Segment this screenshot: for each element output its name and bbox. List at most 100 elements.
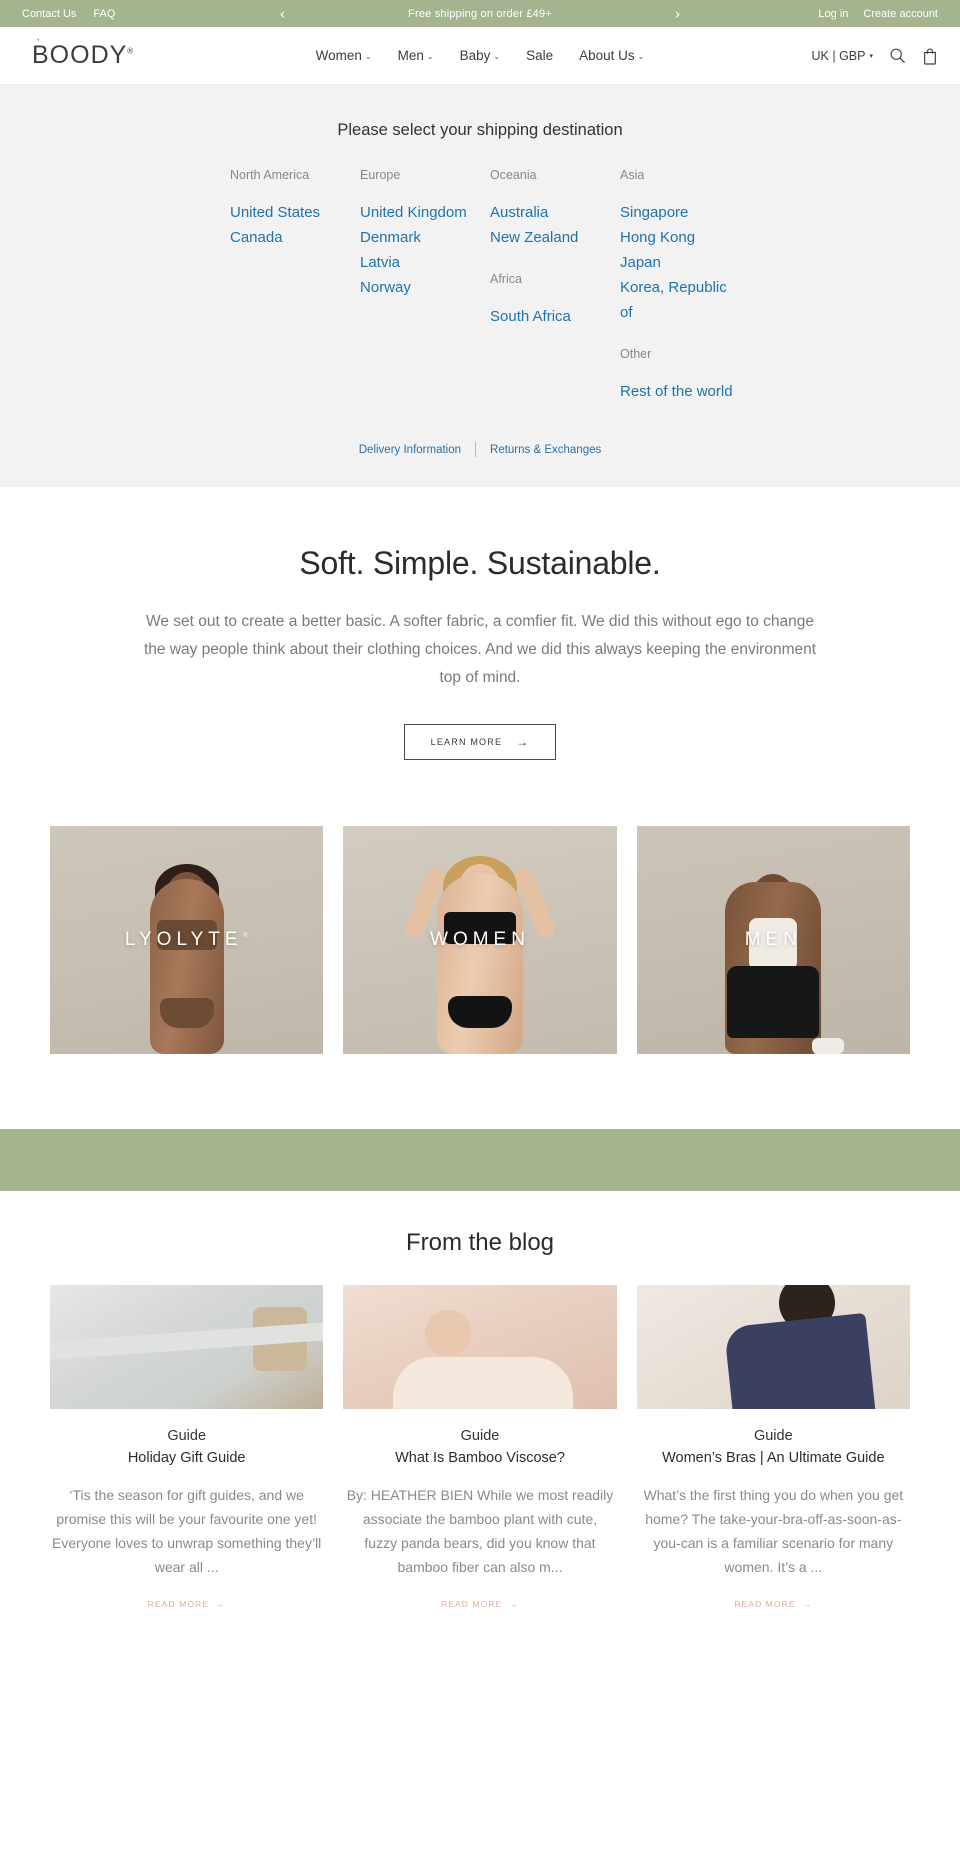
category-tile-lyolyte[interactable]: LYOLYTE® [50,826,324,1054]
green-divider-band [0,1129,960,1191]
region-label: Europe [360,168,401,182]
login-link[interactable]: Log in [818,8,848,20]
region-column-oceania-africa: Oceania Australia New Zealand Africa Sou… [490,168,620,404]
locale-selector[interactable]: UK | GBP ▾ [812,49,873,63]
category-tile-men[interactable]: MEN [636,826,910,1054]
nav-item-women[interactable]: Women ⌄ [316,48,372,63]
country-link-new-zealand[interactable]: New Zealand [490,225,608,250]
chevron-right-icon[interactable]: › [669,4,686,23]
region-grid: North America United States Canada Europ… [200,168,760,404]
tile-label: WOMEN [430,929,530,950]
arrow-right-icon: → [509,1599,519,1609]
announcement-bar: Contact Us FAQ ‹ Free shipping on order … [0,0,960,27]
intro-heading: Soft. Simple. Sustainable. [299,545,661,581]
nav-label: About Us [579,48,635,63]
blog-thumbnail[interactable] [50,1285,324,1409]
blog-heading: From the blog [405,1229,555,1256]
country-link-singapore[interactable]: Singapore [620,200,738,225]
read-more-link[interactable]: READ MORE → [734,1599,812,1609]
nav-label: Sale [526,48,554,63]
read-more-link[interactable]: READ MORE → [441,1599,519,1609]
read-more-label: READ MORE [147,1599,210,1609]
nav-label: Baby [459,48,491,63]
announcement-left-links: Contact Us FAQ [22,8,222,20]
blog-card[interactable]: Guide Women’s Bras | An Ultimate Guide W… [636,1285,910,1612]
region-country-list: Singapore Hong Kong Japan Korea, Republi… [620,200,740,325]
region-label: Asia [620,168,645,182]
chevron-down-icon: ⌄ [637,52,645,61]
tile-label: MEN [744,929,802,950]
shopping-bag-icon[interactable] [922,47,938,65]
chevron-down-icon: ⌄ [426,52,434,61]
country-link-latvia[interactable]: Latvia [360,250,478,275]
read-more-label: READ MORE [440,1599,503,1609]
read-more-label: READ MORE [734,1599,796,1609]
region-column-europe: Europe United Kingdom Denmark Latvia Nor… [360,168,490,404]
country-link-norway[interactable]: Norway [360,275,478,300]
blog-card[interactable]: Guide Holiday Gift Guide ‘Tis the season… [50,1285,324,1612]
country-link-australia[interactable]: Australia [490,200,608,225]
announcement-carousel: ‹ Free shipping on order £49+ › [222,6,738,21]
create-account-link[interactable]: Create account [863,8,938,20]
region-label: Oceania [490,168,537,182]
nav-item-baby[interactable]: Baby ⌄ [460,48,500,63]
nav-item-men[interactable]: Men ⌄ [398,48,434,63]
country-link-canada[interactable]: Canada [230,225,348,250]
learn-more-label: LEARN MORE [430,737,503,747]
region-country-list: United Kingdom Denmark Latvia Norway [360,200,480,300]
faq-link[interactable]: FAQ [93,8,115,20]
country-link-denmark[interactable]: Denmark [360,225,478,250]
country-link-hong-kong[interactable]: Hong Kong [620,225,738,250]
category-tile-women[interactable]: WOMEN [343,826,617,1054]
nav-item-sale[interactable]: Sale [526,48,553,63]
blog-category: Guide [167,1428,207,1444]
chevron-down-icon: ⌄ [493,52,501,61]
arrow-right-icon: → [216,1599,226,1609]
region-label: Africa [490,272,522,286]
blog-thumbnail[interactable] [343,1285,617,1409]
category-tiles: LYOLYTE® WOMEN MEN [0,784,960,1094]
blog-card[interactable]: Guide What Is Bamboo Viscose? By: HEATHE… [343,1285,617,1612]
chevron-down-icon: ▾ [869,52,873,60]
read-more-link[interactable]: READ MORE → [148,1599,226,1609]
region-column-asia-other: Asia Singapore Hong Kong Japan Korea, Re… [620,168,750,404]
blog-grid: Guide Holiday Gift Guide ‘Tis the season… [0,1285,960,1612]
search-icon[interactable] [889,47,906,64]
contact-us-link[interactable]: Contact Us [22,8,76,20]
region-label: North America [230,168,310,182]
returns-exchanges-link[interactable]: Returns & Exchanges [476,444,615,456]
logo-registered-icon: ® [127,46,135,56]
blog-category: Guide [460,1428,500,1444]
country-link-united-kingdom[interactable]: United Kingdom [360,200,478,225]
chevron-down-icon: ⌄ [364,52,372,61]
blog-excerpt: ‘Tis the season for gift guides, and we … [52,1487,322,1575]
shipping-footer-links: Delivery Information Returns & Exchanges [0,442,960,457]
announcement-message: Free shipping on order £49+ [408,7,552,20]
shipping-destination-section: Please select your shipping destination … [0,85,960,487]
intro-body: We set out to create a better basic. A s… [143,613,817,686]
region-country-list: Rest of the world [620,379,740,404]
header-actions: UK | GBP ▾ [758,47,938,65]
learn-more-button[interactable]: LEARN MORE → [403,724,557,760]
nav-item-about-us[interactable]: About Us ⌄ [579,48,644,63]
blog-title: Holiday Gift Guide [127,1450,246,1466]
delivery-information-link[interactable]: Delivery Information [345,444,475,456]
blog-title: What Is Bamboo Viscose? [395,1450,565,1466]
shipping-heading: Please select your shipping destination [337,121,623,139]
nav-label: Men [397,48,424,63]
region-country-list: South Africa [490,304,610,329]
arrow-right-icon: → [802,1599,813,1609]
main-navigation: Women ⌄ Men ⌄ Baby ⌄ Sale About Us ⌄ [202,48,758,63]
country-link-south-africa[interactable]: South Africa [490,304,608,329]
blog-thumbnail[interactable] [636,1285,910,1409]
arrow-right-icon: → [516,735,530,749]
intro-section: Soft. Simple. Sustainable. We set out to… [0,487,960,784]
boody-logo[interactable]: ˋ BOODY® [22,38,202,70]
blog-excerpt: What’s the first thing you do when you g… [643,1487,904,1575]
announcement-right-links: Log in Create account [738,8,938,20]
country-link-rest-of-world[interactable]: Rest of the world [620,379,738,404]
country-link-united-states[interactable]: United States [230,200,348,225]
chevron-left-icon[interactable]: ‹ [274,4,291,23]
country-link-korea[interactable]: Korea, Republic of [620,275,738,325]
country-link-japan[interactable]: Japan [620,250,738,275]
